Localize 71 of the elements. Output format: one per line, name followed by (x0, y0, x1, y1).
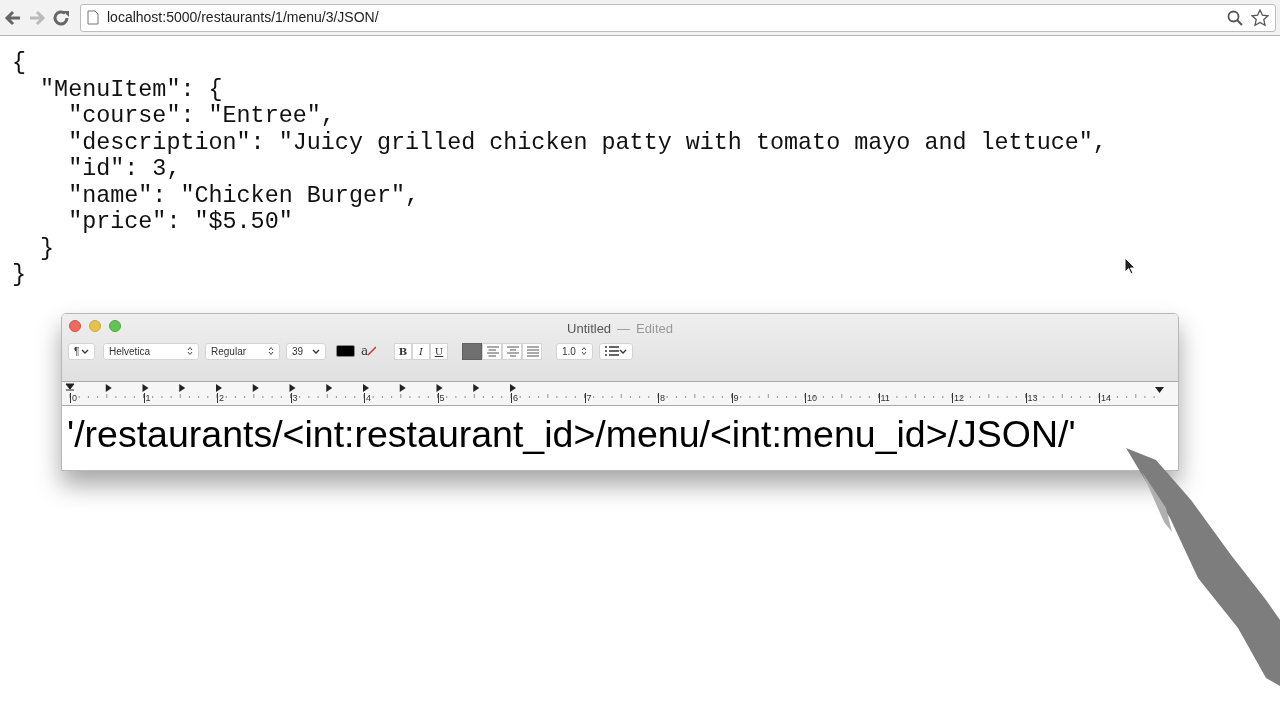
json-line: { (12, 50, 27, 76)
slash-icon (368, 346, 377, 356)
back-icon[interactable] (4, 9, 22, 26)
title-separator: — (617, 320, 631, 338)
ruler-number: 8 (658, 393, 665, 403)
ruler-number: 0 (70, 393, 77, 403)
reload-icon[interactable] (52, 8, 70, 27)
tab-stop-marker[interactable] (142, 384, 149, 392)
tab-stop-marker[interactable] (216, 384, 222, 392)
mouse-cursor-icon (1124, 257, 1136, 275)
ruler-number: 12 (952, 393, 964, 403)
ruler-number: 6 (511, 393, 518, 403)
format-button[interactable]: I (412, 342, 430, 360)
ruler-number: 5 (437, 393, 445, 403)
stepper-icon (187, 346, 193, 356)
stepper-icon (581, 346, 587, 356)
caret-icon (619, 348, 627, 354)
tab-stop-marker[interactable] (105, 384, 112, 392)
window-title: Untitled (567, 320, 612, 338)
ruler-number: 14 (1099, 393, 1111, 403)
format-button[interactable]: U (430, 342, 448, 360)
paragraph-style-dropdown[interactable]: ¶ (68, 342, 95, 360)
page-icon (87, 10, 99, 25)
tab-stop-marker[interactable] (179, 384, 186, 392)
json-line: "price": "$5.50" (67, 209, 293, 235)
tab-stop-marker[interactable] (252, 384, 259, 392)
font-dropdown[interactable]: Helvetica (103, 342, 199, 360)
ruler-number: 10 (805, 393, 817, 403)
indent-marker[interactable] (65, 383, 75, 391)
tab-stop-marker[interactable] (399, 384, 406, 392)
json-line: "name": "Chicken Burger", (67, 182, 420, 209)
ruler-number: 13 (1025, 393, 1038, 403)
address-bar[interactable]: localhost:5000/restaurants/1/menu/3/JSON/ (80, 3, 1276, 32)
ruler-number: 2 (217, 393, 224, 403)
tab-stop-marker[interactable] (436, 384, 443, 392)
json-line: "MenuItem": { (39, 76, 223, 103)
caret-icon (312, 348, 320, 354)
ruler-number: 11 (878, 393, 890, 403)
highlight-color-button[interactable]: a (361, 342, 380, 360)
caret-icon (81, 348, 89, 354)
url-text: localhost:5000/restaurants/1/menu/3/JSON/ (107, 8, 379, 27)
tab-stop-marker[interactable] (289, 384, 296, 392)
json-line: } (39, 235, 55, 262)
ruler-number: 3 (290, 393, 298, 403)
tab-stop-marker[interactable] (363, 384, 369, 392)
tab-stop-marker[interactable] (326, 384, 333, 392)
star-icon[interactable] (1251, 8, 1269, 27)
zoom-icon[interactable] (1227, 9, 1243, 26)
json-line: "description": "Juicy grilled chicken patty with tomato mayo and lettuce", (67, 129, 1107, 156)
ruler-number: 9 (731, 393, 739, 403)
edited-status: Edited (636, 320, 673, 338)
stepper-icon (268, 346, 274, 356)
tab-stop-marker[interactable] (510, 384, 516, 392)
ruler-number: 7 (584, 393, 592, 403)
tab-stop-marker[interactable] (473, 384, 480, 392)
line-spacing-dropdown[interactable]: 1.0 (556, 342, 593, 360)
list-icon (605, 346, 619, 356)
right-margin-marker[interactable] (1155, 387, 1164, 393)
json-line: "course": "Entree", (67, 103, 335, 129)
format-button[interactable]: B (394, 342, 412, 360)
ruler-number: 4 (364, 393, 371, 403)
json-line: } (12, 262, 27, 288)
font-size-field[interactable]: 39 (286, 342, 326, 360)
align-left-button[interactable] (462, 342, 482, 360)
list-style-dropdown[interactable] (599, 342, 633, 360)
document-text[interactable]: '/restaurants/<int:restaurant_id>/menu/<int:menu_id>/JSON/' (67, 413, 1076, 455)
ruler-number: 1 (143, 393, 151, 403)
font-style-dropdown[interactable]: Regular (205, 342, 280, 360)
text-color-swatch[interactable] (336, 345, 355, 357)
json-line: "id": 3, (67, 156, 181, 182)
close-button[interactable] (69, 320, 81, 332)
